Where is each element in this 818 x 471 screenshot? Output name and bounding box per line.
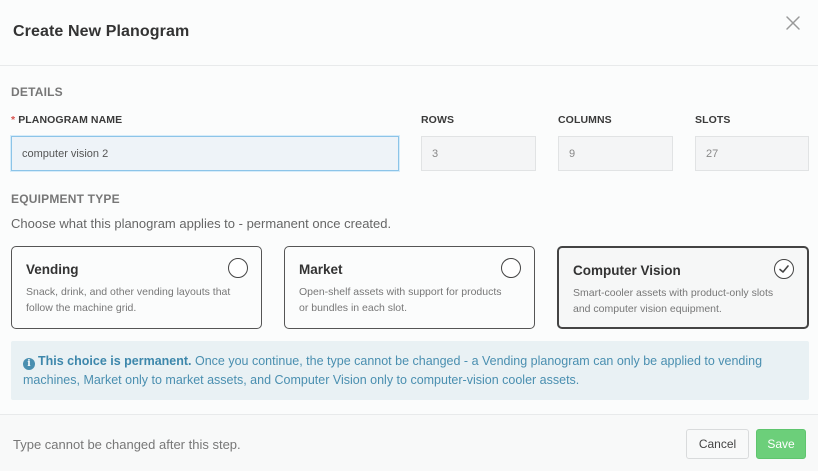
radio-unchecked-icon[interactable] bbox=[228, 258, 248, 278]
close-icon bbox=[786, 16, 800, 30]
option-title: Market bbox=[299, 262, 343, 277]
option-title: Computer Vision bbox=[573, 263, 681, 278]
option-title: Vending bbox=[26, 262, 79, 277]
slots-input bbox=[695, 136, 809, 171]
rows-label: ROWS bbox=[421, 114, 455, 126]
save-button[interactable]: Save bbox=[756, 429, 806, 459]
cancel-button[interactable]: Cancel bbox=[686, 429, 749, 459]
equipment-option-computer-vision[interactable]: Computer Vision Smart-cooler assets with… bbox=[557, 246, 809, 329]
checkmark-icon bbox=[779, 265, 789, 273]
radio-unchecked-icon[interactable] bbox=[501, 258, 521, 278]
rows-input[interactable] bbox=[421, 136, 536, 171]
footer-note: Type cannot be changed after this step. bbox=[13, 437, 241, 452]
option-description: Open-shelf assets with support for produ… bbox=[299, 286, 502, 314]
planogram-name-input[interactable] bbox=[11, 136, 399, 171]
equipment-type-subtext: Choose what this planogram applies to - … bbox=[11, 216, 392, 231]
required-marker: * bbox=[11, 114, 16, 126]
option-description: Smart-cooler assets with product-only sl… bbox=[573, 287, 774, 315]
dialog-title: Create New Planogram bbox=[13, 23, 190, 40]
permanent-choice-notice: i This choice is permanent. Once you cont… bbox=[11, 341, 809, 400]
planogram-name-label-text: PLANOGRAM NAME bbox=[18, 114, 123, 126]
option-description: Snack, drink, and other vending layouts … bbox=[26, 286, 231, 314]
create-planogram-dialog: Create New Planogram DETAILS * PLANOGRAM … bbox=[0, 0, 818, 471]
radio-checked-icon[interactable] bbox=[774, 259, 794, 279]
info-icon: i bbox=[23, 358, 35, 370]
dialog-footer: Type cannot be changed after this step. … bbox=[0, 414, 818, 471]
equipment-option-vending[interactable]: Vending Snack, drink, and other vending … bbox=[11, 246, 262, 329]
equipment-type-section-label: EQUIPMENT TYPE bbox=[11, 192, 120, 206]
planogram-name-label: * PLANOGRAM NAME bbox=[11, 114, 122, 126]
slots-label: SLOTS bbox=[695, 114, 731, 126]
notice-bold-text: This choice is permanent. bbox=[38, 354, 192, 368]
equipment-option-market[interactable]: Market Open-shelf assets with support fo… bbox=[284, 246, 535, 329]
close-button[interactable] bbox=[784, 14, 802, 32]
columns-input[interactable] bbox=[558, 136, 673, 171]
columns-label: COLUMNS bbox=[558, 114, 612, 126]
details-section-label: DETAILS bbox=[11, 85, 63, 99]
dialog-header: Create New Planogram bbox=[0, 0, 818, 66]
